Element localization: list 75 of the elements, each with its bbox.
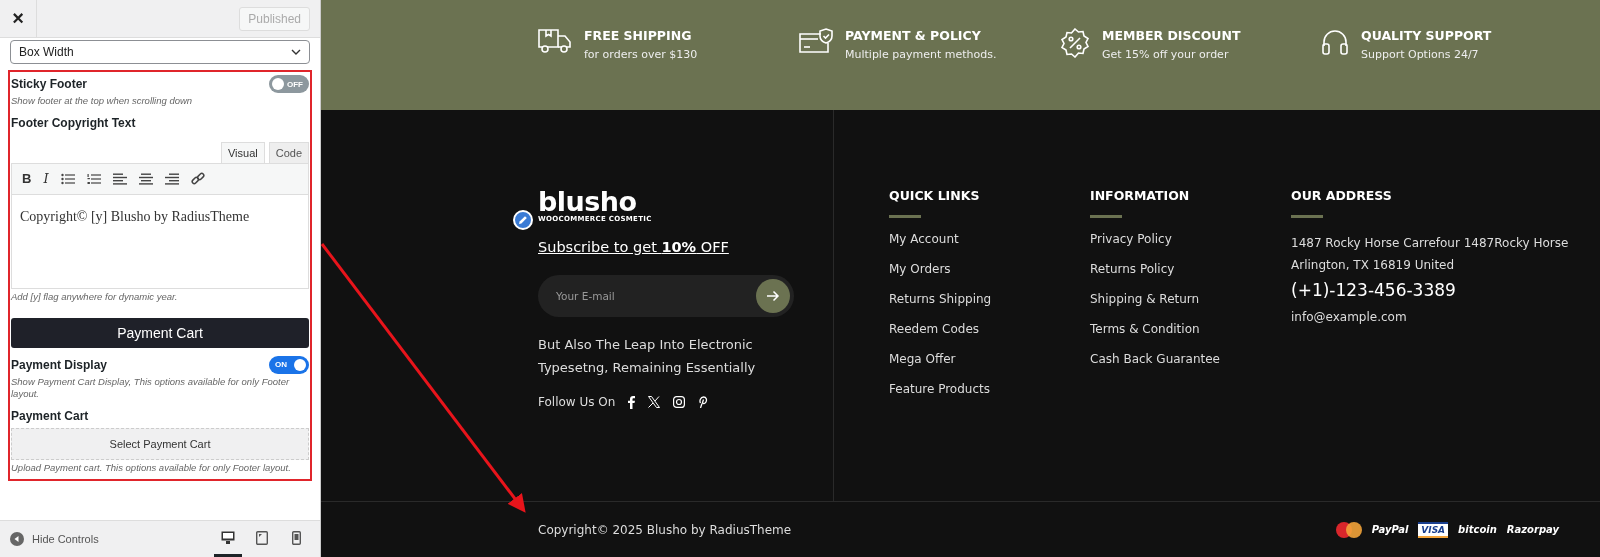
feature-title: FREE SHIPPING bbox=[584, 27, 693, 43]
footer-link[interactable]: Shipping & Return bbox=[1090, 292, 1291, 322]
align-left-icon[interactable] bbox=[112, 172, 127, 185]
select-payment-button[interactable]: Select Payment Cart bbox=[11, 428, 309, 461]
align-center-icon[interactable] bbox=[138, 172, 153, 185]
italic-button[interactable]: I bbox=[43, 171, 49, 187]
feature-subtitle: for orders over $130 bbox=[584, 47, 698, 61]
email-address: info@example.com bbox=[1291, 310, 1408, 324]
pinterest-icon[interactable] bbox=[698, 396, 709, 408]
headphones-icon bbox=[1321, 27, 1349, 56]
feature-subtitle: Get 15% off your order bbox=[1102, 47, 1230, 61]
feature-subtitle: Multiple payment methods. bbox=[845, 47, 997, 61]
setting-label: Payment Cart bbox=[11, 409, 90, 424]
setting-label: Footer Copyright Text bbox=[11, 115, 137, 130]
subscribe-link[interactable]: Subscribe to get 10% OFF bbox=[538, 239, 729, 255]
footer-link[interactable]: Privacy Policy bbox=[1090, 232, 1291, 262]
setting-label: Sticky Footer bbox=[11, 77, 88, 91]
truck-icon bbox=[538, 27, 572, 54]
hide-controls-button[interactable]: Hide Controls bbox=[10, 532, 99, 546]
column-heading: OUR ADDRESS bbox=[1291, 188, 1393, 203]
chevron-down-icon bbox=[291, 49, 301, 55]
link-icon[interactable] bbox=[190, 171, 205, 186]
feature-subtitle: Support Options 24/7 bbox=[1361, 47, 1480, 61]
mobile-icon bbox=[291, 530, 301, 545]
copyright-text: Copyright© 2025 Blusho by RadiusTheme bbox=[538, 522, 792, 537]
paypal-logo: PayPal bbox=[1371, 524, 1409, 535]
bullet-list-icon[interactable] bbox=[60, 172, 75, 185]
follow-label: Follow Us On bbox=[538, 395, 616, 409]
column-heading: INFORMATION bbox=[1090, 188, 1191, 203]
visa-logo: VISA bbox=[1418, 521, 1449, 538]
footer-link[interactable]: Returns Policy bbox=[1090, 262, 1291, 292]
numbered-list-icon[interactable] bbox=[86, 172, 101, 185]
setting-description: Add [y] flag anywhere for dynamic year. bbox=[11, 290, 179, 304]
text-editor[interactable]: B I Copyright© [y] Blusho by RadiusTheme bbox=[11, 162, 309, 289]
tablet-icon bbox=[256, 530, 268, 545]
close-button[interactable]: × bbox=[0, 0, 37, 37]
razorpay-logo: Razorpay bbox=[1506, 524, 1559, 535]
setting-description: Upload Payment cart. This options available for only Footer layout. bbox=[11, 462, 292, 476]
editor-tab[interactable]: Visual bbox=[220, 141, 265, 163]
footer-link[interactable]: Mega Offer bbox=[889, 352, 1090, 382]
layout-select[interactable]: Box Width bbox=[10, 40, 310, 64]
mastercard-logo bbox=[1335, 521, 1362, 538]
setting-description: Show footer at the top when scrolling down bbox=[11, 95, 194, 108]
feature-title: QUALITY SUPPORT bbox=[1361, 27, 1492, 43]
credit-card-icon bbox=[799, 27, 833, 54]
column-heading: QUICK LINKS bbox=[889, 188, 981, 203]
about-text: But Also The Leap Into Electronic Typesetng, Remaining Essentially bbox=[538, 336, 757, 377]
email-field[interactable]: Your E-mail bbox=[538, 275, 794, 317]
instagram-icon[interactable] bbox=[673, 396, 686, 408]
feature-title: PAYMENT & POLICY bbox=[845, 27, 982, 43]
footer-link[interactable]: My Account bbox=[889, 232, 1090, 262]
footer-link[interactable]: Reedem Codes bbox=[889, 322, 1090, 352]
discount-badge-icon bbox=[1060, 27, 1090, 58]
toggle-switch[interactable]: ON bbox=[269, 355, 309, 374]
facebook-icon[interactable] bbox=[628, 395, 636, 409]
bitcoin-logo: bitcoin bbox=[1458, 524, 1497, 535]
setting-description: Show Payment Cart Display, This options available for only Footer layout. bbox=[11, 375, 291, 402]
footer-link[interactable]: Cash Back Guarantee bbox=[1090, 352, 1291, 382]
footer-link[interactable]: My Orders bbox=[889, 262, 1090, 292]
setting-label: Payment Display bbox=[11, 357, 108, 372]
section-heading: Payment Cart bbox=[11, 317, 309, 348]
footer-link[interactable]: Feature Products bbox=[889, 382, 1090, 412]
address-text: 1487 Rocky Horse Carrefour 1487Rocky Horse Arlington, TX 16819 United bbox=[1291, 235, 1570, 274]
desktop-icon bbox=[221, 531, 235, 544]
align-right-icon[interactable] bbox=[164, 172, 179, 185]
edit-pencil-icon[interactable] bbox=[513, 210, 533, 230]
feature-title: MEMBER DISCOUNT bbox=[1102, 27, 1241, 43]
footer-link[interactable]: Returns Shipping bbox=[889, 292, 1090, 322]
editor-tab[interactable]: Code bbox=[268, 141, 309, 163]
x-icon[interactable] bbox=[648, 396, 661, 408]
footer-link[interactable]: Terms & Condition bbox=[1090, 322, 1291, 352]
collapse-icon bbox=[10, 532, 24, 546]
bold-button[interactable]: B bbox=[22, 171, 32, 187]
editor-content: Copyright© [y] Blusho by RadiusTheme bbox=[19, 207, 251, 226]
phone-number: (+1)-123-456-3389 bbox=[1291, 280, 1457, 300]
